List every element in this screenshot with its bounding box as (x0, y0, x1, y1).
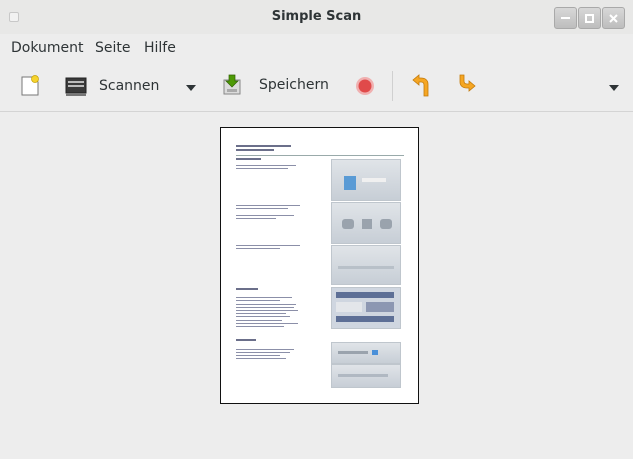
dropdown-arrow-icon (186, 85, 196, 91)
overflow-menu-button[interactable] (609, 85, 619, 91)
new-document-button[interactable] (20, 75, 40, 97)
scanned-page-preview[interactable] (220, 127, 419, 404)
save-button[interactable]: Speichern (222, 74, 329, 96)
preview-text-line (236, 323, 298, 324)
preview-text-line (236, 218, 276, 219)
preview-section-title (236, 339, 256, 341)
preview-screenshot-6 (331, 364, 401, 388)
close-button[interactable] (602, 7, 625, 29)
new-document-icon (21, 75, 39, 96)
scanner-icon (65, 77, 87, 96)
rotate-right-icon (459, 74, 476, 92)
preview-text-line (236, 300, 280, 301)
preview-text-line (236, 165, 296, 166)
overflow-menu-icon (609, 85, 619, 91)
preview-text-line (236, 316, 290, 317)
rotate-right-button[interactable] (458, 74, 478, 98)
minimize-icon (561, 16, 570, 19)
toolbar: Scannen Speichern (0, 61, 633, 112)
preview-text-line (236, 168, 288, 169)
toolbar-separator (392, 71, 393, 101)
menu-bar: Dokument Seite Hilfe (0, 34, 633, 60)
preview-text-line (236, 208, 288, 209)
preview-screenshot-3 (331, 245, 401, 285)
preview-heading-line (236, 145, 291, 147)
close-icon (609, 13, 618, 23)
save-icon (223, 74, 241, 95)
preview-text-line (236, 205, 300, 206)
title-bar[interactable]: Simple Scan (0, 0, 633, 34)
window-controls (554, 7, 625, 29)
preview-text-line (236, 320, 282, 321)
preview-text-line (236, 215, 294, 216)
preview-text-line (236, 304, 296, 305)
menu-hilfe[interactable]: Hilfe (144, 40, 176, 56)
rotate-left-icon (412, 74, 429, 97)
rotate-left-button[interactable] (412, 74, 432, 98)
menu-seite[interactable]: Seite (95, 40, 131, 56)
preview-screenshot-1 (331, 159, 401, 201)
preview-screenshot-2 (331, 202, 401, 244)
preview-text-line (236, 310, 298, 311)
window-title: Simple Scan (271, 9, 362, 24)
maximize-icon (585, 13, 594, 23)
save-label: Speichern (259, 77, 329, 93)
stop-icon (356, 77, 374, 95)
preview-text-line (236, 245, 300, 246)
maximize-button[interactable] (578, 7, 601, 29)
preview-text-line (236, 307, 294, 308)
preview-text-line (236, 297, 292, 298)
preview-section-title (236, 288, 258, 290)
preview-screenshot-4 (331, 287, 401, 329)
preview-text-line (236, 358, 286, 359)
preview-text-line (236, 349, 294, 350)
preview-text-line (236, 313, 286, 314)
preview-text-line (236, 248, 280, 249)
scan-button[interactable]: Scannen (64, 75, 159, 97)
preview-text-line (236, 352, 290, 353)
preview-section-title (236, 158, 261, 160)
stop-button[interactable] (355, 76, 375, 96)
menu-dokument[interactable]: Dokument (11, 40, 84, 56)
preview-rule (236, 155, 404, 156)
minimize-button[interactable] (554, 7, 577, 29)
preview-screenshot-5 (331, 342, 401, 364)
preview-text-line (236, 326, 284, 327)
scan-label: Scannen (99, 78, 160, 94)
preview-heading-line (236, 149, 274, 151)
preview-text-line (236, 355, 280, 356)
simple-scan-window: Simple Scan Dokument Seite Hilfe Scannen… (0, 0, 633, 459)
scan-options-dropdown[interactable] (186, 85, 196, 91)
